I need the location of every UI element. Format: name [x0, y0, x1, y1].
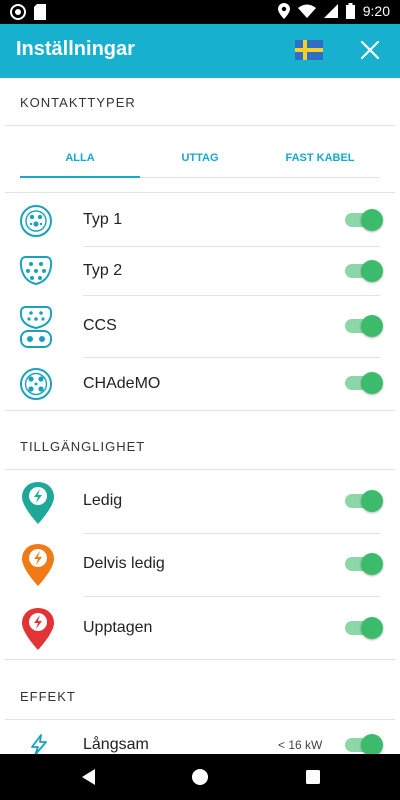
toggle-occupied[interactable]: [343, 617, 383, 639]
connector-label-ccs: CCS: [83, 317, 117, 334]
toggle-type2[interactable]: [343, 260, 383, 282]
toggle-thumb: [361, 490, 383, 512]
status-bar: 9:20: [0, 0, 400, 24]
tab-fixed-cable[interactable]: FAST KABEL: [260, 152, 380, 164]
navigation-bar: [0, 754, 400, 800]
toggle-thumb: [361, 315, 383, 337]
back-icon[interactable]: [80, 768, 96, 786]
toggle-chademo[interactable]: [343, 372, 383, 394]
status-time: 9:20: [362, 3, 390, 19]
ccs-connector-icon: [19, 306, 53, 348]
divider: [5, 410, 395, 411]
divider: [5, 659, 395, 660]
flag-cross-vertical: [303, 40, 307, 60]
toggle-ccs[interactable]: [343, 315, 383, 337]
divider: [83, 533, 380, 534]
type1-connector-icon: [20, 205, 52, 237]
availability-label-free: Ledig: [83, 492, 123, 509]
divider: [83, 295, 380, 296]
toggle-thumb: [361, 209, 383, 231]
signal-icon: [323, 4, 338, 18]
toggle-thumb: [361, 617, 383, 639]
divider: [83, 246, 380, 247]
availability-label-occupied: Upptagen: [83, 619, 153, 636]
sd-card-icon: [34, 4, 46, 20]
toggle-thumb: [361, 553, 383, 575]
toggle-free[interactable]: [343, 490, 383, 512]
chademo-connector-icon: [20, 368, 52, 400]
divider: [5, 469, 395, 470]
connector-label-chademo: CHAdeMO: [83, 375, 161, 392]
lightning-icon: [31, 734, 47, 756]
toggle-type1[interactable]: [343, 209, 383, 231]
app-bar: Inställningar: [0, 24, 400, 78]
divider: [5, 125, 395, 126]
toggle-thumb: [361, 372, 383, 394]
availability-label-partial: Delvis ledig: [83, 555, 165, 572]
sweden-flag-icon[interactable]: [295, 40, 323, 60]
tab-outlet[interactable]: UTTAG: [140, 152, 260, 164]
toggle-thumb: [361, 260, 383, 282]
section-heading-availability: TILLGÄNGLIGHET: [20, 439, 146, 454]
location-icon: [277, 3, 290, 19]
marker-available-icon: [22, 482, 54, 524]
divider: [83, 357, 380, 358]
marker-partial-icon: [22, 544, 54, 586]
marker-occupied-icon: [22, 608, 54, 650]
divider: [5, 192, 395, 193]
divider: [83, 596, 380, 597]
close-icon[interactable]: [358, 38, 382, 62]
tab-underline: [140, 177, 380, 178]
wifi-icon: [297, 4, 316, 18]
section-heading-connectors: KONTAKTTYPER: [20, 95, 136, 110]
connector-label-type2: Typ 2: [83, 262, 123, 279]
toggle-partial[interactable]: [343, 553, 383, 575]
battery-icon: [345, 3, 355, 19]
power-range-slow: < 16 kW: [278, 738, 323, 752]
divider: [5, 719, 395, 720]
tab-all[interactable]: ALLA: [20, 152, 140, 164]
record-icon: [10, 4, 26, 20]
toggle-thumb: [361, 734, 383, 756]
tab-indicator: [20, 176, 140, 178]
recents-icon[interactable]: [305, 769, 321, 785]
toggle-slow[interactable]: [343, 734, 383, 756]
flag-cross-horizontal: [295, 48, 323, 52]
connector-label-type1: Typ 1: [83, 211, 123, 228]
page-title: Inställningar: [16, 38, 135, 60]
power-label-slow: Långsam: [83, 736, 149, 753]
home-icon[interactable]: [191, 768, 209, 786]
section-heading-power: EFFEKT: [20, 689, 76, 704]
type2-connector-icon: [19, 256, 53, 286]
